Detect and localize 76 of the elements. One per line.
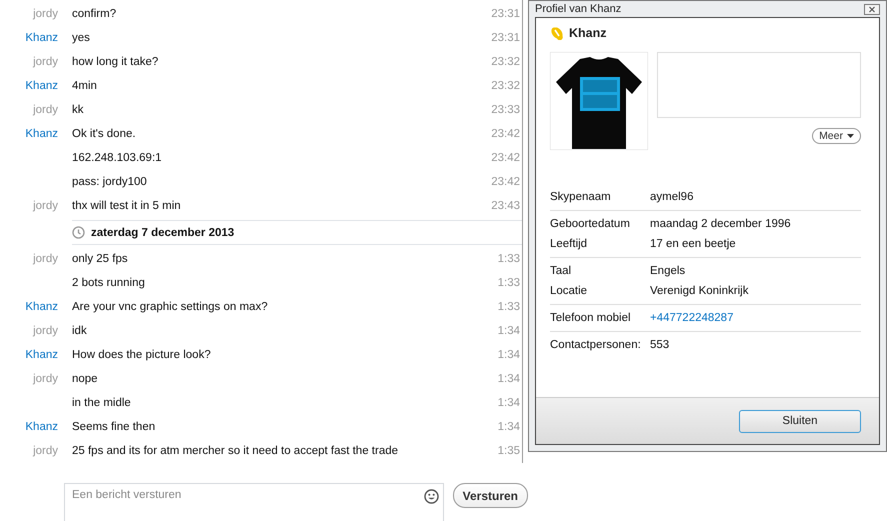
status-icon xyxy=(550,26,564,40)
message-text: kk xyxy=(72,104,84,116)
sender-name: Khanz xyxy=(25,32,58,44)
message-time: 23:42 xyxy=(490,128,521,140)
sender-name: Khanz xyxy=(25,349,58,361)
field-label: Leeftijd xyxy=(550,238,588,250)
more-button[interactable]: Meer xyxy=(812,128,861,144)
sender-name: jordy xyxy=(33,325,58,337)
message-time: 23:42 xyxy=(490,176,521,188)
contact-name: Khanz xyxy=(569,26,606,40)
phone-link[interactable]: +447722248287 xyxy=(650,312,734,324)
sender-name: jordy xyxy=(33,373,58,385)
message-time: 1:34 xyxy=(496,325,521,337)
field-value: maandag 2 december 1996 xyxy=(650,218,791,230)
message-time: 1:33 xyxy=(496,277,521,289)
message-text: Seems fine then xyxy=(72,421,156,433)
message-time: 1:34 xyxy=(496,373,521,385)
field-value: Engels xyxy=(650,265,686,277)
sender-name: Khanz xyxy=(25,128,58,140)
message-time: 23:42 xyxy=(490,152,521,164)
message-text: yes xyxy=(72,32,91,44)
smiley-icon[interactable] xyxy=(424,489,439,504)
field-value: aymel96 xyxy=(650,191,694,203)
sender-name: Khanz xyxy=(25,301,58,313)
sender-name: Khanz xyxy=(25,421,58,433)
message-time: 1:33 xyxy=(496,301,521,313)
message-text: only 25 fps xyxy=(72,253,129,265)
message-time: 1:33 xyxy=(496,253,521,265)
message-text: How does the picture look? xyxy=(72,349,212,361)
message-time: 23:31 xyxy=(490,8,521,20)
message-text: 25 fps and its for atm mercher so it need to accept fast the trade xyxy=(72,445,400,457)
field-label: Skypenaam xyxy=(550,191,612,203)
message-text: 2 bots running xyxy=(72,277,146,289)
field-label: Geboortedatum xyxy=(550,218,631,230)
message-input-field[interactable]: Een bericht versturen xyxy=(64,483,444,521)
message-text: Are your vnc graphic settings on max? xyxy=(72,301,269,313)
field-value: 553 xyxy=(650,339,670,351)
field-value: Verenigd Koninkrijk xyxy=(650,285,748,297)
sender-name: Khanz xyxy=(25,80,58,92)
message-text: Ok it's done. xyxy=(72,128,137,140)
dialog-title: Profiel van Khanz xyxy=(535,3,622,15)
sender-name: jordy xyxy=(33,56,58,68)
sender-name: jordy xyxy=(33,104,58,116)
message-time: 23:31 xyxy=(490,32,521,44)
close-button[interactable]: Sluiten xyxy=(739,410,861,432)
sender-name: jordy xyxy=(33,200,58,212)
field-value: 17 en een beetje xyxy=(650,238,736,250)
message-time: 23:32 xyxy=(490,56,521,68)
field-label: Contactpersonen: xyxy=(550,339,642,351)
message-text: how long it take? xyxy=(72,56,160,68)
message-time: 1:35 xyxy=(496,445,521,457)
message-text: nope xyxy=(72,373,99,385)
message-time: 1:34 xyxy=(496,421,521,433)
sender-name: jordy xyxy=(33,445,58,457)
message-text: 162.248.103.69:1 xyxy=(72,152,163,164)
message-time: 1:34 xyxy=(496,349,521,361)
message-text: in the midle xyxy=(72,397,132,409)
caret-icon xyxy=(847,134,854,138)
sender-name: jordy xyxy=(33,253,58,265)
clock-icon xyxy=(72,226,85,239)
date-separator: zaterdag 7 december 2013 xyxy=(91,226,234,238)
field-label: Taal xyxy=(550,265,572,277)
message-time: 23:43 xyxy=(490,200,521,212)
field-label: Telefoon mobiel xyxy=(550,312,632,324)
sender-name: jordy xyxy=(33,8,58,20)
message-text: idk xyxy=(72,325,88,337)
message-text: thx will test it in 5 min xyxy=(72,200,182,212)
message-time: 23:33 xyxy=(490,104,521,116)
close-icon[interactable] xyxy=(864,4,880,14)
message-time: 23:32 xyxy=(490,80,521,92)
message-text: pass: jordy100 xyxy=(72,176,148,188)
message-time: 1:34 xyxy=(496,397,521,409)
message-text: confirm? xyxy=(72,8,118,20)
field-label: Locatie xyxy=(550,285,588,297)
send-button[interactable]: Versturen xyxy=(452,483,528,508)
message-text: 4min xyxy=(72,80,98,92)
